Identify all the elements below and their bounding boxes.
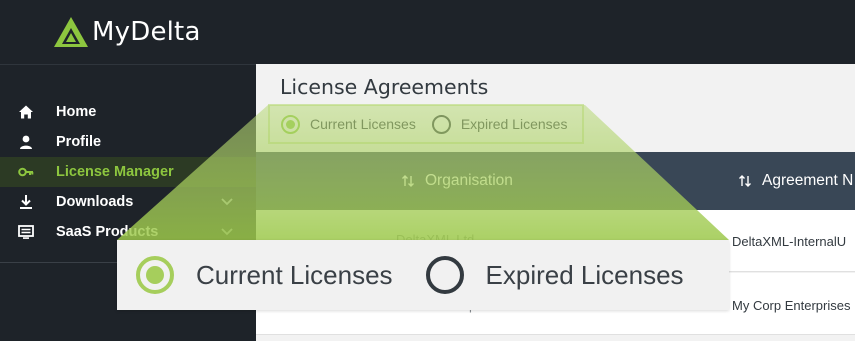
sidebar-item-home[interactable]: Home bbox=[0, 97, 256, 127]
zoomed-license-filter: Current Licenses Expired Licenses bbox=[117, 240, 729, 310]
sidebar-item-label: License Manager bbox=[56, 164, 174, 180]
zoomed-expired-licenses-radio[interactable]: Expired Licenses bbox=[425, 256, 684, 294]
key-icon bbox=[18, 164, 34, 180]
sidebar-item-label: Home bbox=[56, 104, 97, 120]
agreement-cell: DeltaXML-InternalU bbox=[732, 234, 847, 249]
delta-logo-icon bbox=[54, 17, 88, 47]
radio-label: Expired Licenses bbox=[460, 116, 568, 132]
sidebar-item-label: SaaS Products bbox=[56, 224, 159, 240]
radio-label: Current Licenses bbox=[310, 116, 416, 132]
sidebar-item-license-manager[interactable]: License Manager bbox=[0, 157, 256, 187]
sidebar-nav: Home Profile License Manager Downloads S… bbox=[0, 97, 256, 247]
column-label: Organisation bbox=[425, 172, 513, 189]
table-header: Organisation Agreement N bbox=[256, 152, 855, 210]
radio-label: Expired Licenses bbox=[485, 259, 684, 290]
radio-unchecked-icon[interactable] bbox=[431, 114, 451, 134]
zoomed-current-licenses-radio[interactable]: Current Licenses bbox=[136, 256, 393, 294]
brand-name: MyDelta bbox=[92, 17, 201, 47]
sort-icon bbox=[739, 175, 751, 187]
download-icon bbox=[18, 194, 34, 210]
sidebar-item-profile[interactable]: Profile bbox=[0, 127, 256, 157]
agreement-cell: My Corp Enterprises bbox=[732, 298, 851, 313]
monitor-icon bbox=[18, 224, 34, 240]
home-icon bbox=[18, 104, 34, 120]
expired-licenses-radio[interactable]: Expired Licenses bbox=[431, 114, 568, 134]
column-header-organisation[interactable]: Organisation bbox=[401, 152, 513, 210]
page-title: License Agreements bbox=[280, 75, 489, 99]
chevron-down-icon[interactable] bbox=[220, 226, 234, 238]
sort-icon bbox=[402, 175, 414, 187]
chevron-down-icon[interactable] bbox=[220, 196, 234, 208]
column-label: Agreement N bbox=[762, 172, 854, 189]
radio-label: Current Licenses bbox=[196, 259, 393, 290]
current-licenses-radio[interactable]: Current Licenses bbox=[281, 114, 416, 134]
user-icon bbox=[18, 134, 34, 150]
radio-checked-icon[interactable] bbox=[136, 256, 174, 294]
radio-unchecked-icon[interactable] bbox=[425, 256, 464, 294]
sidebar-divider bbox=[0, 64, 256, 65]
sidebar-item-label: Profile bbox=[56, 134, 102, 150]
sidebar-item-label: Downloads bbox=[56, 194, 134, 210]
column-header-agreement[interactable]: Agreement N bbox=[738, 152, 853, 210]
license-filter-group: Current Licenses Expired Licenses bbox=[268, 104, 584, 144]
brand-logo[interactable]: MyDelta bbox=[52, 14, 201, 50]
radio-checked-icon[interactable] bbox=[281, 114, 300, 134]
sidebar-item-downloads[interactable]: Downloads bbox=[0, 187, 256, 217]
